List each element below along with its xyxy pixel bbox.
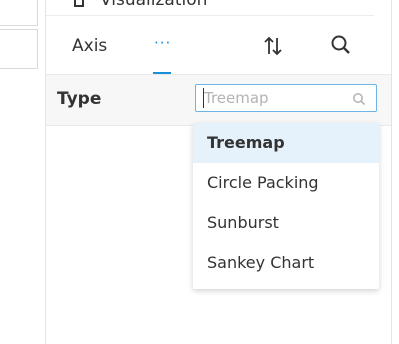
visualization-more-icon[interactable]: ··· bbox=[249, 0, 266, 7]
visualization-label: Visualization bbox=[100, 0, 208, 10]
panel-toolbar: Axis ··· bbox=[46, 16, 391, 74]
type-label: Type bbox=[57, 89, 102, 109]
left-panel-fragment-input[interactable] bbox=[0, 29, 38, 69]
visualization-icon bbox=[74, 0, 84, 7]
tab-more[interactable]: ··· bbox=[153, 30, 173, 74]
dropdown-option-circle-packing[interactable]: Circle Packing bbox=[193, 163, 379, 203]
visualization-header[interactable]: Visualization ··· bbox=[46, 0, 374, 16]
tab-axis[interactable]: Axis bbox=[72, 36, 107, 56]
type-search-input[interactable] bbox=[203, 88, 344, 108]
more-icon: ··· bbox=[154, 34, 172, 52]
sort-icon bbox=[264, 36, 282, 56]
dropdown-option-treemap[interactable]: Treemap bbox=[193, 123, 379, 163]
input-search-icon bbox=[353, 93, 366, 106]
dropdown-option-sunburst[interactable]: Sunburst bbox=[193, 203, 379, 243]
search-button[interactable] bbox=[330, 34, 352, 56]
type-dropdown-menu: Treemap Circle Packing Sunburst Sankey C… bbox=[193, 123, 379, 289]
type-row: Type bbox=[46, 74, 391, 126]
dropdown-option-sankey-chart[interactable]: Sankey Chart bbox=[193, 243, 379, 283]
type-combobox[interactable] bbox=[195, 84, 377, 112]
left-panel-fragment-top bbox=[0, 0, 38, 26]
sort-button[interactable] bbox=[262, 34, 284, 58]
search-icon bbox=[331, 35, 350, 54]
